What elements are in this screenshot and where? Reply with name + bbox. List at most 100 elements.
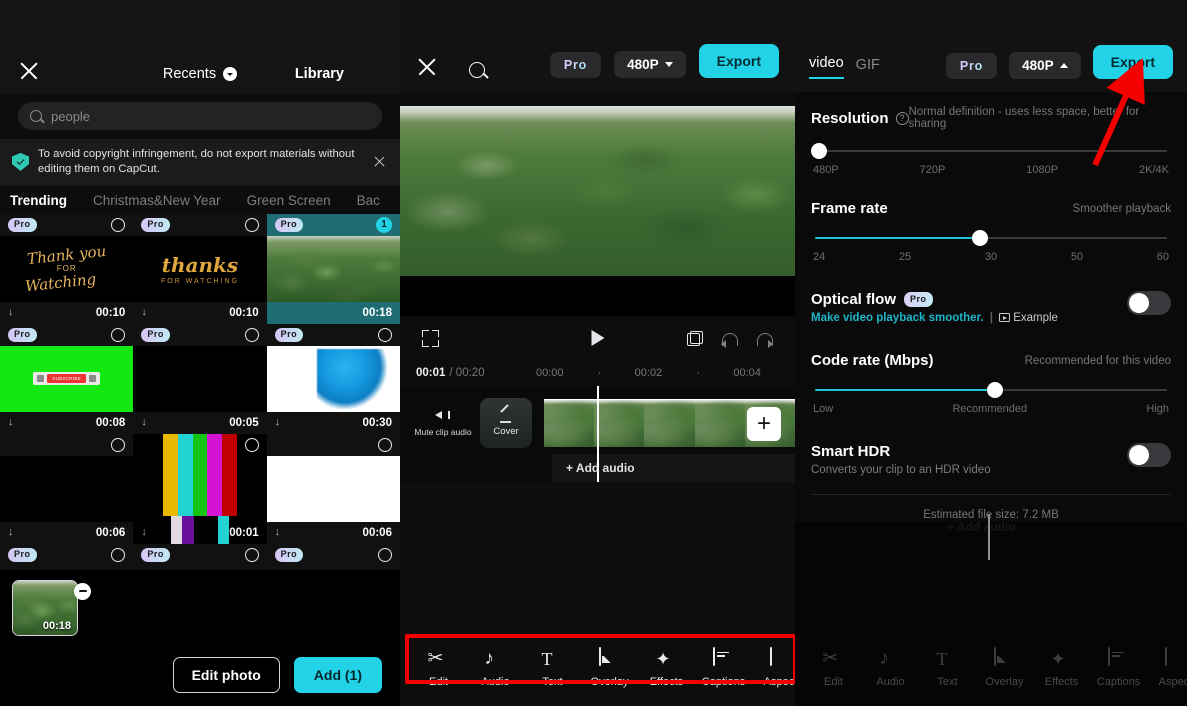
- media-picker-footer: Edit photo Add (1): [0, 644, 400, 706]
- tab-trending[interactable]: Trending: [8, 193, 69, 208]
- video-clip-strip[interactable]: +: [544, 399, 795, 447]
- select-circle[interactable]: [111, 547, 126, 562]
- play-icon[interactable]: [591, 330, 604, 346]
- select-circle[interactable]: [111, 217, 126, 232]
- tool-text[interactable]: T Text: [919, 648, 976, 688]
- tool-audio-label: Audio: [876, 676, 905, 688]
- slider-fill: [815, 389, 995, 391]
- redo-icon[interactable]: [756, 332, 773, 348]
- tab-background[interactable]: Bac: [355, 193, 382, 208]
- playhead[interactable]: [597, 386, 599, 482]
- plus-icon[interactable]: +: [747, 406, 781, 441]
- media-item[interactable]: Pro: [133, 543, 267, 570]
- resolution-value: 480P: [627, 57, 659, 72]
- select-circle[interactable]: [244, 547, 259, 562]
- select-circle[interactable]: [111, 437, 126, 452]
- tool-effects-label: Effects: [1044, 676, 1079, 688]
- smart-hdr-toggle[interactable]: [1127, 443, 1171, 467]
- edit-photo-button[interactable]: Edit photo: [172, 657, 280, 693]
- add-audio-label: + Add audio: [566, 461, 635, 475]
- tool-overlay[interactable]: Overlay: [976, 647, 1033, 688]
- copy-icon[interactable]: [687, 330, 703, 346]
- slider-knob[interactable]: [810, 143, 827, 159]
- resolution-selector[interactable]: 480P: [1009, 52, 1081, 79]
- tool-aspect[interactable]: Aspect: [752, 647, 795, 688]
- expand-icon[interactable]: [422, 329, 439, 347]
- tab-christmas-new-year[interactable]: Christmas&New Year: [91, 193, 223, 208]
- question-icon[interactable]: ?: [895, 111, 909, 125]
- tool-audio[interactable]: ♪ Audio: [862, 648, 919, 688]
- tool-captions[interactable]: Captions: [695, 647, 752, 688]
- select-circle[interactable]: [244, 327, 259, 342]
- add-button[interactable]: Add (1): [293, 657, 382, 693]
- tool-effects[interactable]: ✦ Effects: [638, 648, 695, 688]
- export-button[interactable]: Export: [1092, 45, 1173, 79]
- thumb-text-line2: FOR WATCHING: [160, 277, 240, 285]
- media-duration: 00:06: [95, 526, 126, 539]
- search-input[interactable]: people: [18, 102, 382, 130]
- resolution-slider[interactable]: [810, 143, 1167, 159]
- slider-knob[interactable]: [986, 382, 1003, 398]
- media-item[interactable]: ↓ 00:06: [266, 433, 400, 544]
- tool-edit[interactable]: ✂ Edit: [410, 648, 467, 688]
- undo-icon[interactable]: [721, 332, 738, 348]
- pro-upgrade-button[interactable]: Pro: [945, 53, 998, 79]
- ruler-tick: 00:00: [536, 367, 564, 379]
- cover-label: Cover: [493, 425, 519, 437]
- tab-green-screen[interactable]: Green Screen: [245, 193, 333, 208]
- media-item[interactable]: ↓ 00:06: [0, 433, 134, 544]
- close-icon[interactable]: [18, 60, 40, 82]
- media-item[interactable]: Pro ↓ 00:30: [266, 323, 400, 434]
- select-circle[interactable]: [244, 217, 259, 232]
- frame-rate-slider[interactable]: [815, 230, 1167, 246]
- selected-clip-thumbnail[interactable]: 00:18: [12, 579, 78, 636]
- media-grid: Thank you FOR Watching Pro ↓ 00:10 thank…: [0, 213, 400, 570]
- media-item[interactable]: ↓ 00:01: [133, 433, 267, 544]
- media-item-bottom: ↓ 00:10: [0, 302, 133, 324]
- notice-close-icon[interactable]: [373, 155, 386, 168]
- minus-icon[interactable]: [74, 582, 91, 600]
- pro-upgrade-button[interactable]: Pro: [549, 52, 602, 78]
- export-button[interactable]: Export: [698, 44, 779, 78]
- select-circle[interactable]: [377, 327, 392, 342]
- tool-captions[interactable]: Captions: [1090, 647, 1147, 688]
- tool-effects[interactable]: ✦ Effects: [1033, 648, 1090, 688]
- add-audio-button[interactable]: + Add audio: [552, 454, 795, 482]
- tool-aspect[interactable]: Aspect: [1147, 647, 1187, 688]
- resolution-selector[interactable]: 480P: [614, 51, 686, 78]
- mute-clip-audio-button[interactable]: Mute clip audio: [414, 408, 472, 437]
- cover-button[interactable]: Cover: [480, 398, 532, 448]
- video-preview[interactable]: [400, 106, 795, 316]
- select-circle[interactable]: [111, 327, 126, 342]
- selection-order-badge[interactable]: 1: [375, 216, 392, 233]
- ruler-tick: 00:04: [733, 367, 761, 379]
- tab-video[interactable]: video: [809, 55, 844, 79]
- tab-library[interactable]: Library: [295, 66, 344, 82]
- optical-flow-sub-text[interactable]: Make video playback smoother.: [811, 312, 984, 324]
- media-item[interactable]: Pro: [266, 543, 400, 570]
- slider-knob[interactable]: [972, 230, 989, 246]
- media-item[interactable]: Pro ↓ 00:05: [133, 323, 267, 434]
- optical-flow-toggle[interactable]: [1127, 291, 1171, 315]
- optical-flow-example-link[interactable]: Example: [1013, 312, 1058, 324]
- code-rate-slider[interactable]: [815, 382, 1167, 398]
- overlay-image-icon: [993, 647, 996, 666]
- media-item[interactable]: SUBSCRIBE Pro ↓ 00:08: [0, 323, 134, 434]
- select-circle[interactable]: [244, 437, 259, 452]
- select-circle[interactable]: [377, 547, 392, 562]
- captions-icon: [1107, 647, 1110, 666]
- select-circle[interactable]: [377, 437, 392, 452]
- tool-edit[interactable]: ✂ Edit: [805, 648, 862, 688]
- media-item[interactable]: thanks FOR WATCHING Pro ↓ 00:10: [133, 213, 267, 324]
- media-item[interactable]: Thank you FOR Watching Pro ↓ 00:10: [0, 213, 134, 324]
- tool-overlay[interactable]: Overlay: [581, 647, 638, 688]
- media-item-selected[interactable]: Pro 1 00:18: [266, 213, 400, 324]
- media-item[interactable]: Pro: [0, 543, 134, 570]
- tool-text[interactable]: T Text: [524, 648, 581, 688]
- tab-gif[interactable]: GIF: [856, 57, 880, 79]
- close-icon[interactable]: [416, 56, 438, 78]
- chevron-up-icon: [1059, 63, 1068, 68]
- tool-audio[interactable]: ♪ Audio: [467, 648, 524, 688]
- search-icon[interactable]: [469, 62, 485, 78]
- download-arrow-icon: ↓: [8, 306, 14, 319]
